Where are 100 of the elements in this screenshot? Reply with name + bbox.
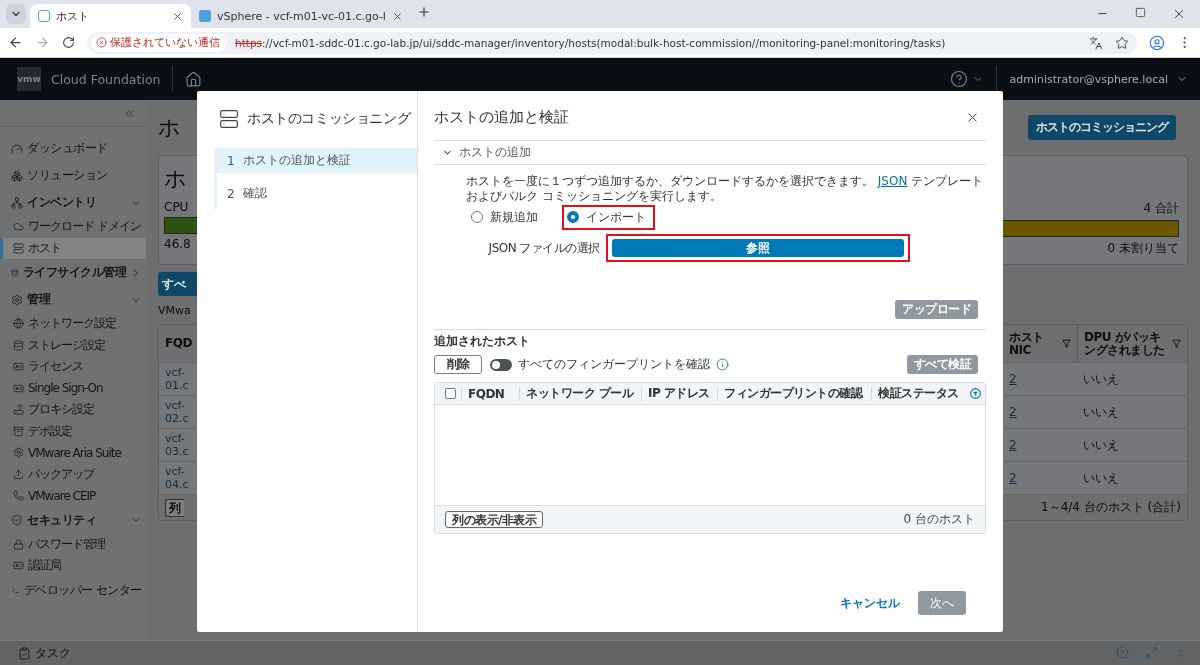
upload-icon xyxy=(13,468,24,480)
sidebar-item[interactable]: ワークロード ドメイン xyxy=(0,216,146,238)
gear-icon xyxy=(13,447,24,459)
sidebar-item[interactable]: VMware CEIP xyxy=(0,485,146,507)
avatar-icon[interactable] xyxy=(1149,34,1165,51)
checkbox[interactable] xyxy=(445,388,456,399)
sidebar-item[interactable]: ダッシュボード xyxy=(0,135,146,162)
product-name: Cloud Foundation xyxy=(51,71,161,87)
wizard-step[interactable]: 1 ホストの追加と検証 xyxy=(217,148,417,173)
lock-icon xyxy=(13,538,24,550)
user-menu[interactable]: administrator@vsphere.local xyxy=(1009,72,1168,86)
nic-link[interactable]: 2 xyxy=(1009,438,1017,452)
back-icon[interactable] xyxy=(8,35,23,50)
database-icon xyxy=(11,266,19,279)
gauge-icon xyxy=(11,142,23,155)
host-link[interactable]: vcf-01.c xyxy=(165,366,191,392)
nic-link[interactable]: 2 xyxy=(1009,471,1017,485)
host-link[interactable]: vcf-02.c xyxy=(165,399,191,425)
column-header: DPU がパッキングされました xyxy=(1084,330,1166,357)
sidebar-item[interactable]: プロキシ設定 xyxy=(0,399,146,421)
total-label: 4 合計 xyxy=(1143,200,1179,217)
help-icon[interactable] xyxy=(950,70,969,88)
sidebar-item[interactable]: Single Sign-On xyxy=(0,377,146,399)
maximize-icon[interactable] xyxy=(1135,7,1146,18)
file-label: JSON ファイルの選択 xyxy=(487,239,601,257)
section-title: 追加されたホスト xyxy=(434,333,531,350)
table-title: VMwa xyxy=(158,302,192,319)
radio-option[interactable]: インポート xyxy=(567,208,646,226)
cloud-icon xyxy=(13,221,24,233)
tasks-label[interactable]: タスク xyxy=(35,644,71,662)
sidebar-item[interactable]: VMware Aria Suite xyxy=(0,442,146,464)
commission-button[interactable]: ホストのコミッショニング xyxy=(1028,115,1176,140)
filter-icon[interactable] xyxy=(1172,339,1181,348)
toggle-switch[interactable] xyxy=(490,358,512,371)
page-title: ホ xyxy=(158,113,181,142)
usage-value: 46.8 xyxy=(164,237,192,251)
table-cell: いいえ xyxy=(1083,370,1119,388)
terminal-icon xyxy=(11,584,20,596)
unassigned-label: 0 未割り当て xyxy=(1107,240,1179,257)
column-header: フィンガープリントの確認 xyxy=(724,385,862,402)
forward-icon[interactable] xyxy=(35,35,50,50)
columns-button[interactable]: 列 xyxy=(165,498,184,517)
sidebar-item[interactable]: ソリューション xyxy=(0,162,146,189)
host-link[interactable]: vcf-04.c xyxy=(165,465,191,491)
sidebar-item[interactable]: 管理 xyxy=(0,286,146,313)
browser-tab[interactable]: ホスト xyxy=(30,4,191,28)
section-header[interactable]: ホストの追加 xyxy=(434,140,986,165)
sidebar-item[interactable]: ネットワーク設定 xyxy=(0,313,146,335)
security-chip[interactable]: 保護されていない通信 xyxy=(91,33,227,52)
radio-option[interactable]: 新規追加 xyxy=(471,208,538,226)
wizard-step[interactable]: 2 確認 xyxy=(217,181,417,206)
browse-button[interactable]: 参照 xyxy=(612,239,904,257)
sidebar-item[interactable]: セキュリティ xyxy=(0,506,146,534)
sidebar-item[interactable]: デベロッパー センター xyxy=(0,576,146,604)
shield-icon xyxy=(11,514,23,526)
logo: vmw xyxy=(17,67,41,91)
filter-icon[interactable] xyxy=(970,388,981,399)
sidebar-item[interactable]: ホスト xyxy=(0,237,146,259)
sidebar-item[interactable]: ライフサイクル管理 xyxy=(0,259,146,286)
star-icon[interactable] xyxy=(1115,35,1129,50)
server-icon xyxy=(13,242,24,254)
sidebar-item[interactable]: インベントリ xyxy=(0,189,146,216)
browser-tab[interactable]: vSphere - vcf-m01-vc-01.c.go-l xyxy=(191,4,411,28)
column-header: IP アドレス xyxy=(648,385,710,402)
cancel-button[interactable]: キャンセル xyxy=(834,593,906,613)
home-icon[interactable] xyxy=(185,70,203,88)
description-text: ホストを一度に１つずつ追加するか、ダウンロードするかを選択できます。 JSON テンプレートおよびバルク コミッショニングを実行します。 xyxy=(465,174,985,204)
translate-icon[interactable] xyxy=(1089,35,1103,50)
boxes-icon xyxy=(11,169,23,182)
sidebar-item[interactable]: ストレージ設定 xyxy=(0,334,146,356)
close-icon[interactable] xyxy=(391,10,403,22)
gear-icon xyxy=(11,293,23,306)
close-icon[interactable] xyxy=(1172,7,1186,21)
metric-label: CPU xyxy=(164,200,190,214)
nic-link[interactable]: 2 xyxy=(1009,405,1017,419)
table-cell: いいえ xyxy=(1083,436,1119,454)
columns-button[interactable]: 列の表示/非表示 xyxy=(445,511,544,528)
all-button[interactable]: すべ xyxy=(158,272,197,296)
id-card-icon xyxy=(13,382,24,394)
tab-list-button[interactable] xyxy=(6,4,26,24)
delete-button[interactable]: 削除 xyxy=(434,355,482,374)
clipboard-icon xyxy=(18,646,31,660)
close-icon[interactable] xyxy=(172,10,183,22)
sidebar-item[interactable]: バックアップ xyxy=(0,463,146,485)
sidebar-item[interactable]: 認証局 xyxy=(0,555,146,577)
url-text[interactable]: https://vcf-m01-sddc-01.c.go-lab.jp/ui/sddc-manager/inventory/hosts(modal:bulk-host-commission//monitoring-panel:monitoring/tasks) xyxy=(235,36,946,49)
host-link[interactable]: vcf-03.c xyxy=(165,432,191,458)
filter-icon[interactable] xyxy=(1062,339,1071,348)
id-card-icon xyxy=(13,361,24,373)
sidebar-item[interactable]: ライセンス xyxy=(0,356,146,378)
info-icon[interactable] xyxy=(716,358,729,371)
sidebar-item[interactable]: パスワード管理 xyxy=(0,533,146,555)
database-icon xyxy=(13,339,24,351)
json-link[interactable]: JSON xyxy=(877,174,908,188)
reload-icon[interactable] xyxy=(62,36,75,49)
nic-link[interactable]: 2 xyxy=(1009,372,1017,386)
sidebar-item[interactable]: デポ設定 xyxy=(0,420,146,442)
archive-icon xyxy=(13,425,24,437)
table-cell: いいえ xyxy=(1083,469,1119,487)
plus-icon[interactable] xyxy=(416,5,431,19)
